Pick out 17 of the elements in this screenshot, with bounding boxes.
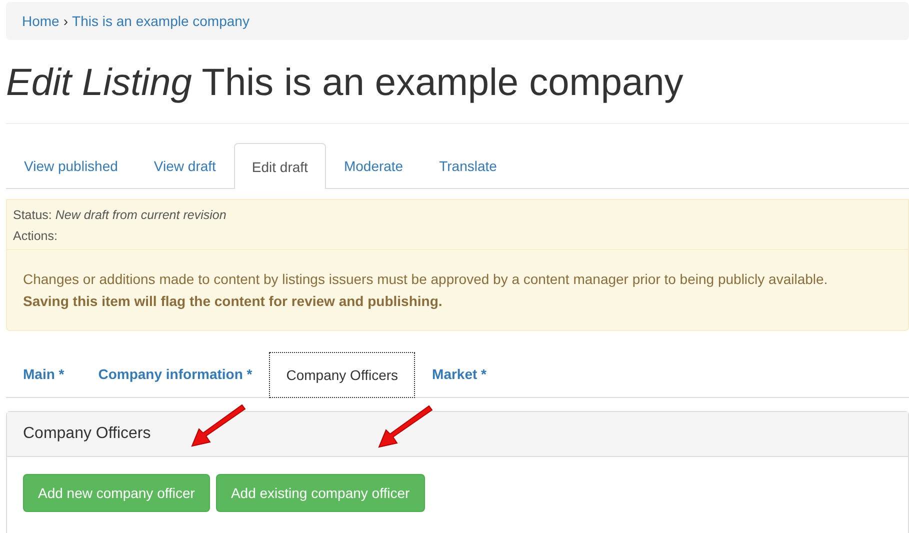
panel-heading: Company Officers: [7, 412, 908, 457]
tab[interactable]: Translate: [421, 143, 515, 188]
add-officer-button[interactable]: Add new company officer: [23, 474, 210, 512]
notice-text: Changes or additions made to content by listings issuers must be approved by a content manager prior to being publicly available.: [23, 270, 829, 289]
tab[interactable]: Moderate: [326, 143, 422, 188]
tab[interactable]: Edit draft: [234, 143, 326, 189]
breadcrumb-separator: ›: [63, 13, 68, 29]
breadcrumb-link[interactable]: Home: [22, 13, 60, 29]
status-text: Status: New draft from current revision: [13, 208, 228, 222]
add-officer-button[interactable]: Add existing company officer: [216, 474, 425, 512]
notice-emphasis: Saving this item will flag the content for review and publishing.: [23, 292, 444, 311]
breadcrumb-link[interactable]: This is an example company: [72, 13, 250, 29]
form-tab[interactable]: Company Officers: [269, 352, 416, 398]
tab[interactable]: View published: [6, 143, 136, 188]
page-title: Edit Listing This is an example company: [6, 62, 909, 124]
tab[interactable]: View draft: [136, 143, 234, 188]
actions-label: Actions:: [13, 229, 58, 243]
